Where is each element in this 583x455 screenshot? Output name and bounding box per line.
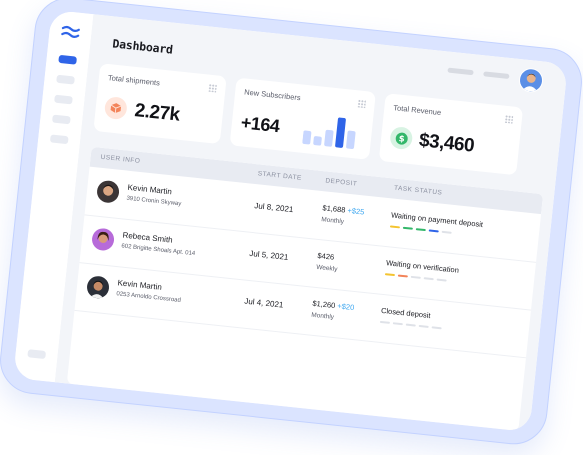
header-start-date[interactable]: START DATE: [257, 170, 302, 182]
more-dots-icon[interactable]: [357, 99, 367, 109]
header-placeholder-2: [483, 71, 510, 80]
subscriber-bar: [302, 130, 312, 145]
subscriber-bar: [335, 117, 346, 148]
progress-segment: [384, 273, 396, 277]
package-icon: [103, 95, 128, 121]
deposit-value: $426: [317, 250, 335, 262]
progress-segment: [410, 275, 421, 279]
user-name: Kevin Martin: [117, 278, 163, 292]
progress-segment: [405, 323, 416, 327]
card-title: Total Revenue: [392, 103, 442, 118]
card-title: Total shipments: [107, 73, 161, 88]
nav-item-2[interactable]: [56, 74, 75, 85]
nav-item-dashboard[interactable]: [58, 54, 77, 65]
deposit-value: $1,260: [312, 298, 336, 311]
header-placeholder-1: [447, 67, 474, 76]
header-task-status[interactable]: TASK STATUS: [394, 185, 443, 197]
header-user-info[interactable]: USER INFO: [100, 154, 140, 165]
deposit-amount: $1,260 +$20: [312, 299, 355, 312]
total-revenue-card[interactable]: Total Revenue $ $3,460: [378, 93, 524, 176]
svg-text:$: $: [398, 134, 405, 145]
revenue-value: $3,460: [418, 130, 476, 157]
total-shipments-card[interactable]: Total shipments 2.27k: [93, 63, 227, 145]
deposit-frequency: Monthly: [320, 216, 345, 226]
user-name: Rebeca Smith: [122, 230, 174, 245]
progress-segment: [402, 226, 413, 230]
user-avatar[interactable]: [517, 67, 545, 94]
more-dots-icon[interactable]: [504, 114, 514, 124]
progress-segment: [428, 229, 439, 233]
user-table: USER INFO START DATE DEPOSIT TASK STATUS…: [66, 146, 544, 431]
header-deposit[interactable]: DEPOSIT: [325, 177, 358, 187]
status-progress: [384, 273, 447, 282]
subscribers-bar-chart: [302, 117, 356, 149]
dashboard-screen: Dashboard Total shipments 2.27k New Subs…: [13, 9, 568, 433]
deposit-frequency: Monthly: [310, 311, 335, 321]
progress-segment: [441, 230, 452, 234]
start-date: Jul 8, 2021: [253, 201, 294, 215]
nav-item-settings[interactable]: [27, 349, 47, 360]
tablet-frame: Dashboard Total shipments 2.27k New Subs…: [0, 0, 583, 448]
more-dots-icon[interactable]: [208, 83, 217, 93]
deposit-amount: $1,688 +$25: [322, 203, 365, 216]
user-name: Kevin Martin: [127, 182, 173, 197]
progress-segment: [397, 274, 408, 278]
user-address: 602 Brigitte Shoals Apt. 014: [121, 243, 196, 258]
status-progress: [379, 320, 442, 330]
new-subscribers-card[interactable]: New Subscribers +164: [229, 77, 376, 160]
nav-item-4[interactable]: [51, 114, 71, 125]
deposit-extra: +$25: [346, 205, 365, 217]
progress-segment: [379, 320, 390, 324]
progress-segment: [392, 322, 403, 326]
progress-segment: [423, 277, 434, 281]
shipments-value: 2.27k: [133, 100, 181, 126]
main-area: Dashboard Total shipments 2.27k New Subs…: [54, 14, 568, 433]
nav-item-3[interactable]: [54, 94, 73, 105]
logo-icon[interactable]: [60, 23, 82, 41]
avatar: [95, 179, 121, 204]
avatar: [90, 227, 116, 252]
nav-item-5[interactable]: [49, 134, 69, 145]
progress-segment: [389, 225, 401, 229]
progress-segment: [415, 228, 426, 232]
user-address: 3910 Cronin Skyway: [126, 195, 182, 208]
deposit-frequency: Weekly: [315, 263, 338, 274]
start-date: Jul 4, 2021: [243, 296, 284, 310]
subscriber-bar: [346, 130, 356, 149]
user-address: 0253 Arnoldo Crossroad: [116, 291, 182, 304]
subscriber-bar: [313, 136, 322, 146]
deposit-extra: +$20: [336, 301, 355, 313]
dollar-icon: $: [389, 125, 414, 151]
progress-segment: [431, 326, 442, 330]
task-status: Waiting on verification: [385, 258, 460, 275]
card-title: New Subscribers: [243, 87, 302, 103]
progress-segment: [418, 324, 429, 328]
page-title: Dashboard: [111, 36, 174, 57]
progress-segment: [436, 278, 447, 282]
deposit-value: $1,688: [322, 203, 346, 215]
avatar: [85, 275, 111, 300]
task-status: Closed deposit: [380, 305, 431, 321]
deposit-amount: $426: [317, 251, 335, 262]
subscribers-value: +164: [240, 112, 281, 137]
subscriber-bar: [324, 129, 334, 147]
start-date: Jul 5, 2021: [248, 248, 289, 262]
status-progress: [389, 225, 452, 234]
